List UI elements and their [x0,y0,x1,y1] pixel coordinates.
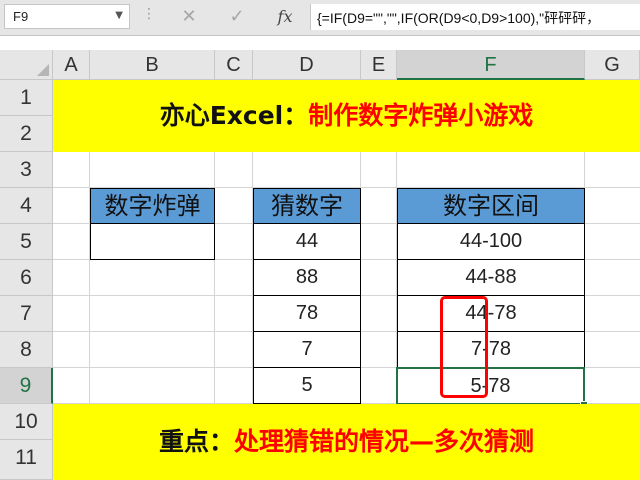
column-header-e[interactable]: E [361,50,397,80]
guess-cell[interactable]: 7 [253,331,361,368]
bomb-header-cell[interactable]: 数字炸弹 [90,188,215,224]
formula-bar: F9 ▼ ⋮ ✕ ✓ fx {=IF(D9="","",IF(OR(D9<0,D… [0,0,640,36]
range-cell[interactable]: 44-78 [397,295,585,332]
title-banner-prefix: 亦心Excel： [159,101,309,130]
row-header-5[interactable]: 5 [0,224,53,260]
range-cell[interactable]: 44-88 [397,259,585,296]
formula-input[interactable]: {=IF(D9="","",IF(OR(D9<0,D9>100),"砰砰砰， [310,4,640,30]
formula-text: {=IF(D9="","",IF(OR(D9<0,D9>100),"砰砰砰， [317,10,601,26]
range-header-cell[interactable]: 数字区间 [397,188,585,224]
column-header-c[interactable]: C [215,50,253,80]
row-header-6[interactable]: 6 [0,260,53,296]
row-header-10[interactable]: 10 [0,404,53,440]
select-all-button[interactable] [0,50,53,80]
bottom-banner-prefix: 重点： [158,427,234,456]
row-header-7[interactable]: 7 [0,296,53,332]
row-header-4[interactable]: 4 [0,188,53,224]
row-header-1[interactable]: 1 [0,80,53,116]
select-all-icon [37,64,49,76]
formula-buttons: ✕ ✓ fx [162,4,312,30]
bottom-banner-text: 重点：处理猜错的情况—多次猜测 [53,404,640,480]
title-banner[interactable]: 亦心Excel：制作数字炸弹小游戏 [53,80,640,152]
name-box-value: F9 [13,9,29,24]
bomb-value-cell[interactable] [90,223,215,260]
title-banner-highlight: 制作数字炸弹小游戏 [308,101,534,130]
guess-cell[interactable]: 88 [253,259,361,296]
title-banner-text: 亦心Excel：制作数字炸弹小游戏 [53,80,640,152]
range-cell-selected[interactable]: 5-78 [396,367,585,405]
guess-cell[interactable]: 5 [253,367,361,404]
drag-handle-icon[interactable]: ⋮ [142,7,156,21]
column-header-d[interactable]: D [253,50,361,80]
column-header-b[interactable]: B [90,50,215,80]
confirm-icon[interactable]: ✓ [222,4,252,30]
range-cell[interactable]: 7-78 [397,331,585,368]
column-header-a[interactable]: A [53,50,90,80]
chevron-down-icon[interactable]: ▼ [115,10,123,21]
guess-header-cell[interactable]: 猜数字 [253,188,361,224]
cancel-icon[interactable]: ✕ [174,4,204,30]
bottom-banner-highlight: 处理猜错的情况—多次猜测 [234,427,535,456]
highlight-box [440,296,488,398]
row-header-2[interactable]: 2 [0,116,53,152]
column-header-f[interactable]: F [397,50,585,80]
name-box[interactable]: F9 ▼ [4,4,130,29]
row-header-11[interactable]: 11 [0,440,53,480]
guess-cell[interactable]: 44 [253,223,361,260]
guess-cell[interactable]: 78 [253,295,361,332]
row-header-8[interactable]: 8 [0,332,53,368]
row-header-9[interactable]: 9 [0,368,53,404]
bottom-banner[interactable]: 重点：处理猜错的情况—多次猜测 [53,404,640,480]
insert-function-icon[interactable]: fx [270,4,300,30]
row-header-3[interactable]: 3 [0,152,53,188]
column-header-g[interactable]: G [585,50,640,80]
range-cell[interactable]: 44-100 [397,223,585,260]
